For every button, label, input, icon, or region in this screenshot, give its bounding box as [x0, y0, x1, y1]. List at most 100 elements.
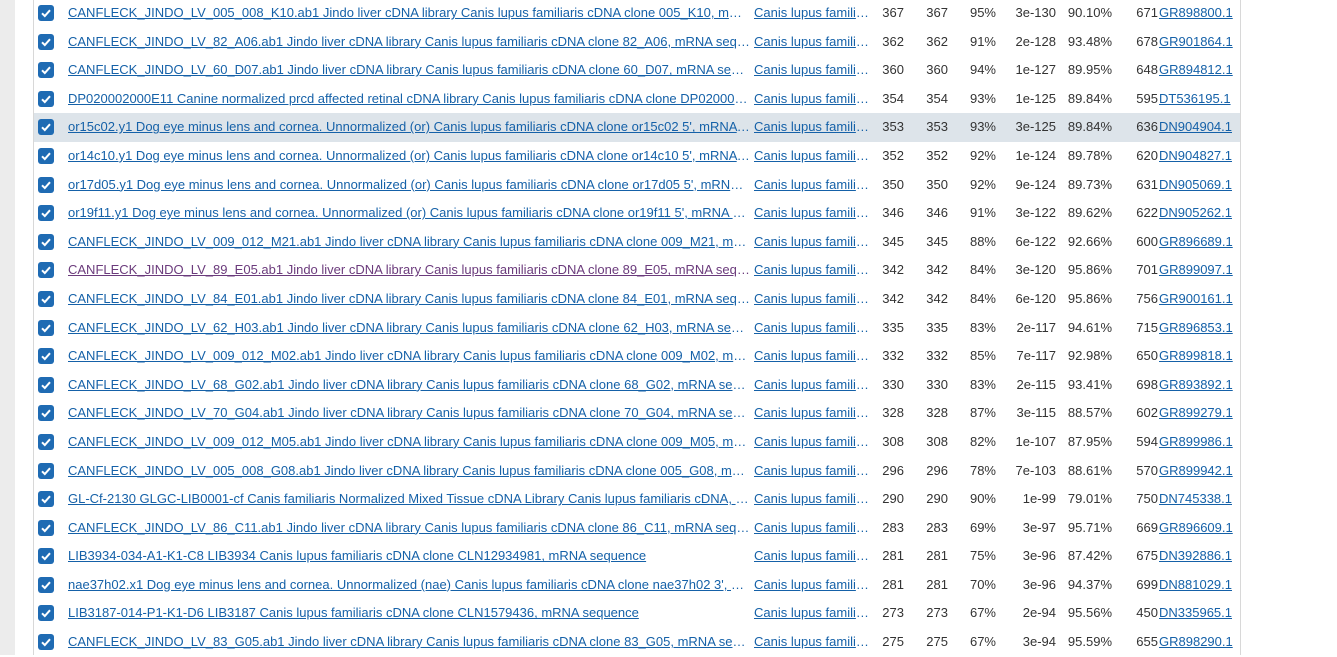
accession-link[interactable]: GR899942.1: [1159, 457, 1237, 486]
description-link[interactable]: CANFLECK_JINDO_LV_82_A06.ab1 Jindo liver…: [68, 28, 750, 57]
scientific-name-link[interactable]: Canis lupus familiaris: [754, 228, 870, 257]
accession-link[interactable]: DN881029.1: [1159, 571, 1237, 600]
table-row[interactable]: CANFLECK_JINDO_LV_68_G02.ab1 Jindo liver…: [34, 371, 1240, 400]
scientific-name-link[interactable]: Canis lupus familiaris: [754, 599, 870, 628]
scientific-name-link[interactable]: Canis lupus familiaris: [754, 457, 870, 486]
description-link[interactable]: CANFLECK_JINDO_LV_70_G04.ab1 Jindo liver…: [68, 399, 750, 428]
scientific-name-link[interactable]: Canis lupus familiaris: [754, 314, 870, 343]
scientific-name-link[interactable]: Canis lupus familiaris: [754, 571, 870, 600]
accession-link[interactable]: GR898290.1: [1159, 628, 1237, 657]
scientific-name-link[interactable]: Canis lupus familiaris: [754, 142, 870, 171]
table-row[interactable]: CANFLECK_JINDO_LV_70_G04.ab1 Jindo liver…: [34, 399, 1240, 428]
description-link[interactable]: CANFLECK_JINDO_LV_86_C11.ab1 Jindo liver…: [68, 514, 750, 543]
table-row[interactable]: CANFLECK_JINDO_LV_005_008_G08.ab1 Jindo …: [34, 457, 1240, 486]
accession-link[interactable]: GR899097.1: [1159, 256, 1237, 285]
description-link[interactable]: CANFLECK_JINDO_LV_009_012_M05.ab1 Jindo …: [68, 428, 750, 457]
accession-link[interactable]: DN335965.1: [1159, 599, 1237, 628]
row-select-checkbox[interactable]: [38, 205, 54, 222]
scientific-name-link[interactable]: Canis lupus familiaris: [754, 285, 870, 314]
scientific-name-link[interactable]: Canis lupus familiaris: [754, 628, 870, 657]
row-select-checkbox[interactable]: [38, 576, 54, 593]
accession-link[interactable]: GR899986.1: [1159, 428, 1237, 457]
scientific-name-link[interactable]: Canis lupus familiaris: [754, 485, 870, 514]
table-row[interactable]: CANFLECK_JINDO_LV_009_012_M21.ab1 Jindo …: [34, 228, 1240, 257]
row-select-checkbox[interactable]: [38, 319, 54, 336]
accession-link[interactable]: DN905069.1: [1159, 171, 1237, 200]
description-link[interactable]: LIB3187-014-P1-K1-D6 LIB3187 Canis lupus…: [68, 599, 750, 628]
scientific-name-link[interactable]: Canis lupus familiaris: [754, 171, 870, 200]
table-row[interactable]: GL-Cf-2130 GLGC-LIB0001-cf Canis familia…: [34, 485, 1240, 514]
table-row[interactable]: CANFLECK_JINDO_LV_62_H03.ab1 Jindo liver…: [34, 314, 1240, 343]
scientific-name-link[interactable]: Canis lupus familiaris: [754, 199, 870, 228]
scientific-name-link[interactable]: Canis lupus familiaris: [754, 56, 870, 85]
accession-link[interactable]: GR900161.1: [1159, 285, 1237, 314]
table-row[interactable]: CANFLECK_JINDO_LV_84_E01.ab1 Jindo liver…: [34, 285, 1240, 314]
scientific-name-link[interactable]: Canis lupus familiaris: [754, 113, 870, 142]
row-select-checkbox[interactable]: [38, 62, 54, 79]
scientific-name-link[interactable]: Canis lupus familiaris: [754, 542, 870, 571]
row-select-checkbox[interactable]: [38, 233, 54, 250]
accession-link[interactable]: DN392886.1: [1159, 542, 1237, 571]
scientific-name-link[interactable]: Canis lupus familiaris: [754, 342, 870, 371]
accession-link[interactable]: GR896609.1: [1159, 514, 1237, 543]
row-select-checkbox[interactable]: [38, 491, 54, 508]
row-select-checkbox[interactable]: [38, 5, 54, 21]
accession-link[interactable]: DN745338.1: [1159, 485, 1237, 514]
accession-link[interactable]: GR894812.1: [1159, 56, 1237, 85]
description-link[interactable]: CANFLECK_JINDO_LV_83_G05.ab1 Jindo liver…: [68, 628, 750, 657]
accession-link[interactable]: GR896853.1: [1159, 314, 1237, 343]
table-row[interactable]: or14c10.y1 Dog eye minus lens and cornea…: [34, 142, 1240, 171]
row-select-checkbox[interactable]: [38, 348, 54, 365]
scientific-name-link[interactable]: Canis lupus familiaris: [754, 428, 870, 457]
accession-link[interactable]: GR898800.1: [1159, 0, 1237, 28]
table-row[interactable]: CANFLECK_JINDO_LV_89_E05.ab1 Jindo liver…: [34, 256, 1240, 285]
table-row[interactable]: DP020002000E11 Canine normalized prcd af…: [34, 85, 1240, 114]
description-link[interactable]: LIB3934-034-A1-K1-C8 LIB3934 Canis lupus…: [68, 542, 750, 571]
scientific-name-link[interactable]: Canis lupus familiaris: [754, 256, 870, 285]
description-link[interactable]: CANFLECK_JINDO_LV_005_008_K10.ab1 Jindo …: [68, 0, 750, 28]
scientific-name-link[interactable]: Canis lupus familiaris: [754, 85, 870, 114]
row-select-checkbox[interactable]: [38, 462, 54, 479]
description-link[interactable]: CANFLECK_JINDO_LV_60_D07.ab1 Jindo liver…: [68, 56, 750, 85]
description-link[interactable]: CANFLECK_JINDO_LV_009_012_M02.ab1 Jindo …: [68, 342, 750, 371]
description-link[interactable]: or14c10.y1 Dog eye minus lens and cornea…: [68, 142, 750, 171]
description-link[interactable]: nae37h02.x1 Dog eye minus lens and corne…: [68, 571, 750, 600]
row-select-checkbox[interactable]: [38, 262, 54, 279]
accession-link[interactable]: GR901864.1: [1159, 28, 1237, 57]
scientific-name-link[interactable]: Canis lupus familiaris: [754, 514, 870, 543]
table-row[interactable]: CANFLECK_JINDO_LV_005_008_K10.ab1 Jindo …: [34, 0, 1240, 28]
row-select-checkbox[interactable]: [38, 147, 54, 164]
description-link[interactable]: or17d05.y1 Dog eye minus lens and cornea…: [68, 171, 750, 200]
accession-link[interactable]: GR899818.1: [1159, 342, 1237, 371]
row-select-checkbox[interactable]: [38, 405, 54, 422]
row-select-checkbox[interactable]: [38, 634, 54, 651]
accession-link[interactable]: DN904904.1: [1159, 113, 1237, 142]
accession-link[interactable]: GR896689.1: [1159, 228, 1237, 257]
scientific-name-link[interactable]: Canis lupus familiaris: [754, 399, 870, 428]
description-link[interactable]: or15c02.y1 Dog eye minus lens and cornea…: [68, 113, 750, 142]
row-select-checkbox[interactable]: [38, 433, 54, 450]
row-select-checkbox[interactable]: [38, 376, 54, 393]
table-row[interactable]: LIB3934-034-A1-K1-C8 LIB3934 Canis lupus…: [34, 542, 1240, 571]
scientific-name-link[interactable]: Canis lupus familiaris: [754, 28, 870, 57]
description-link[interactable]: CANFLECK_JINDO_LV_009_012_M21.ab1 Jindo …: [68, 228, 750, 257]
description-link[interactable]: CANFLECK_JINDO_LV_89_E05.ab1 Jindo liver…: [68, 256, 750, 285]
row-select-checkbox[interactable]: [38, 90, 54, 107]
accession-link[interactable]: DN905262.1: [1159, 199, 1237, 228]
table-row[interactable]: CANFLECK_JINDO_LV_009_012_M05.ab1 Jindo …: [34, 428, 1240, 457]
accession-link[interactable]: GR893892.1: [1159, 371, 1237, 400]
row-select-checkbox[interactable]: [38, 519, 54, 536]
row-select-checkbox[interactable]: [38, 176, 54, 193]
table-row[interactable]: or15c02.y1 Dog eye minus lens and cornea…: [34, 113, 1240, 142]
description-link[interactable]: GL-Cf-2130 GLGC-LIB0001-cf Canis familia…: [68, 485, 750, 514]
row-select-checkbox[interactable]: [38, 33, 54, 50]
row-select-checkbox[interactable]: [38, 605, 54, 622]
accession-link[interactable]: GR899279.1: [1159, 399, 1237, 428]
description-link[interactable]: or19f11.y1 Dog eye minus lens and cornea…: [68, 199, 750, 228]
scientific-name-link[interactable]: Canis lupus familiaris: [754, 0, 870, 28]
table-row[interactable]: CANFLECK_JINDO_LV_009_012_M02.ab1 Jindo …: [34, 342, 1240, 371]
table-row[interactable]: nae37h02.x1 Dog eye minus lens and corne…: [34, 571, 1240, 600]
accession-link[interactable]: DN904827.1: [1159, 142, 1237, 171]
scientific-name-link[interactable]: Canis lupus familiaris: [754, 371, 870, 400]
description-link[interactable]: CANFLECK_JINDO_LV_005_008_G08.ab1 Jindo …: [68, 457, 750, 486]
